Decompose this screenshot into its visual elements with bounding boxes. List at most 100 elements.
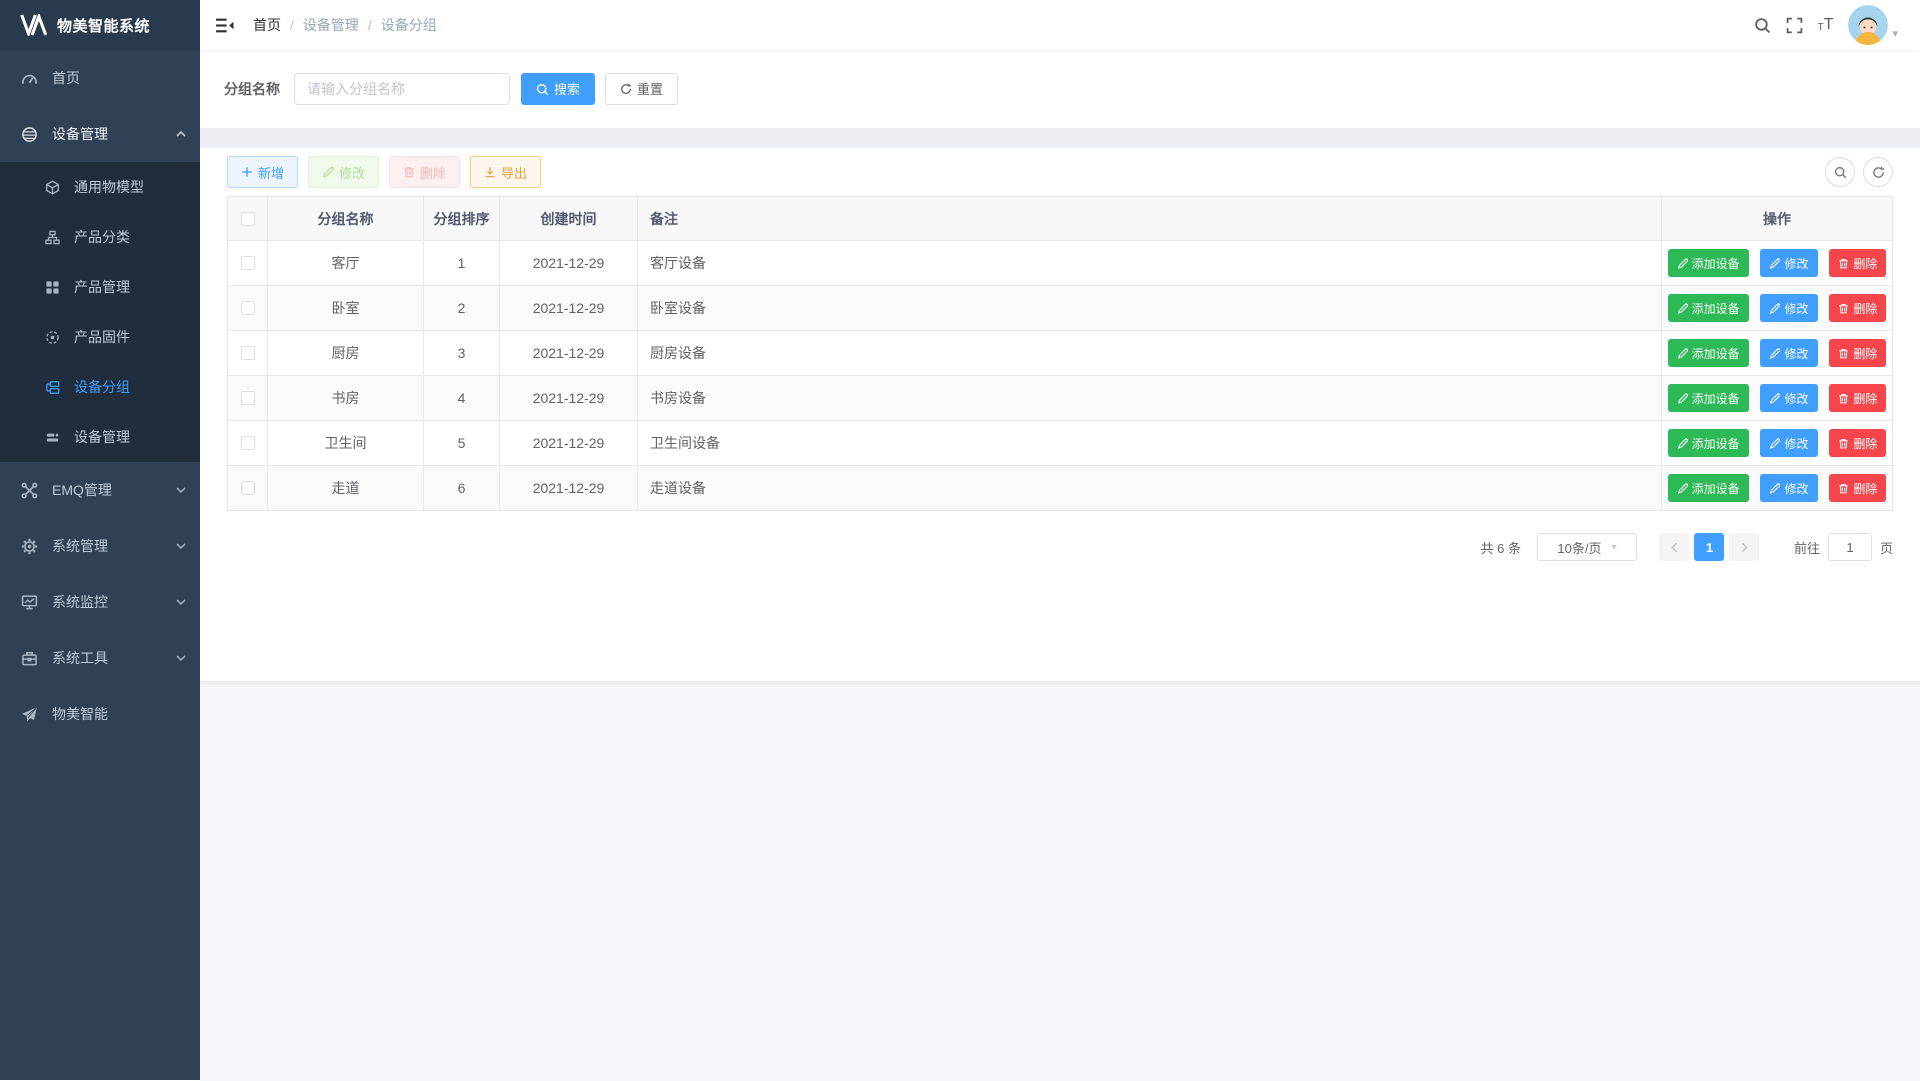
sitemap-icon <box>44 229 60 245</box>
device-list-icon <box>44 429 60 445</box>
add-device-button[interactable]: 添加设备 <box>1668 339 1749 367</box>
cell-remark: 卫生间设备 <box>638 421 1662 466</box>
row-delete-button[interactable]: 删除 <box>1829 339 1886 367</box>
sidebar-item-emq-manage[interactable]: EMQ管理 <box>0 462 200 518</box>
goto-page-input[interactable] <box>1828 533 1872 561</box>
next-page-button[interactable] <box>1729 533 1759 561</box>
sidebar-item-home[interactable]: 首页 <box>0 50 200 106</box>
row-checkbox[interactable] <box>241 391 255 405</box>
sidebar-item-label: 系统管理 <box>52 536 108 556</box>
add-device-button[interactable]: 添加设备 <box>1668 384 1749 412</box>
row-edit-button[interactable]: 修改 <box>1760 474 1817 502</box>
user-avatar[interactable] <box>1848 5 1888 45</box>
sidebar-item-label: 产品固件 <box>74 327 130 347</box>
toolbox-icon <box>20 649 38 667</box>
delete-button[interactable]: 删除 <box>389 156 460 188</box>
sidebar-item-system-monitor[interactable]: 系统监控 <box>0 574 200 630</box>
row-delete-button[interactable]: 删除 <box>1829 384 1886 412</box>
row-edit-button[interactable]: 修改 <box>1760 339 1817 367</box>
add-device-button[interactable]: 添加设备 <box>1668 294 1749 322</box>
sidebar-item-device-group[interactable]: 设备分组 <box>0 362 200 412</box>
add-device-button[interactable]: 添加设备 <box>1668 429 1749 457</box>
prev-page-button[interactable] <box>1659 533 1689 561</box>
row-checkbox[interactable] <box>241 256 255 270</box>
sidebar-item-product-manage[interactable]: 产品管理 <box>0 262 200 312</box>
chevron-down-icon: ▾ <box>1611 542 1616 553</box>
search-icon[interactable] <box>1754 17 1771 34</box>
dashboard-icon <box>20 69 38 87</box>
add-device-button[interactable]: 添加设备 <box>1668 474 1749 502</box>
app-logo[interactable]: 物美智能系统 <box>0 0 200 50</box>
row-checkbox[interactable] <box>241 301 255 315</box>
cube-icon <box>44 179 60 195</box>
row-delete-button[interactable]: 删除 <box>1829 474 1886 502</box>
select-all-checkbox[interactable] <box>241 212 255 226</box>
search-button[interactable]: 搜索 <box>521 73 595 105</box>
breadcrumb-separator: / <box>290 17 294 33</box>
group-name-input[interactable] <box>294 73 510 105</box>
row-delete-button[interactable]: 删除 <box>1829 429 1886 457</box>
row-checkbox[interactable] <box>241 436 255 450</box>
reset-button-label: 重置 <box>637 83 663 96</box>
row-edit-button[interactable]: 修改 <box>1760 429 1817 457</box>
refresh-icon[interactable] <box>1863 157 1893 187</box>
page-number-1[interactable]: 1 <box>1694 533 1724 561</box>
row-delete-button[interactable]: 删除 <box>1829 249 1886 277</box>
paper-plane-icon <box>20 705 38 723</box>
sidebar-item-common-model[interactable]: 通用物模型 <box>0 162 200 212</box>
sidebar-item-label: 首页 <box>52 68 80 88</box>
row-edit-button[interactable]: 修改 <box>1760 294 1817 322</box>
navbar-actions: TT ▾ <box>1754 5 1920 45</box>
delete-button-label: 删除 <box>420 163 446 182</box>
menu-fold-icon[interactable] <box>200 0 249 50</box>
user-menu[interactable]: ▾ <box>1848 5 1898 45</box>
section-divider <box>200 128 1920 148</box>
sidebar-item-system-manage[interactable]: 系统管理 <box>0 518 200 574</box>
chevron-down-icon <box>176 599 186 605</box>
page-size-select[interactable]: 10条/页 ▾ <box>1537 533 1637 561</box>
add-device-button[interactable]: 添加设备 <box>1668 249 1749 277</box>
sidebar-item-product-firmware[interactable]: 产品固件 <box>0 312 200 362</box>
sidebar-item-product-category[interactable]: 产品分类 <box>0 212 200 262</box>
add-button-label: 新增 <box>258 163 284 182</box>
reset-button[interactable]: 重置 <box>605 73 678 105</box>
emq-icon <box>20 481 38 499</box>
cell-remark: 厨房设备 <box>638 331 1662 376</box>
font-size-icon[interactable]: TT <box>1818 17 1834 33</box>
row-checkbox[interactable] <box>241 346 255 360</box>
table-row: 卧室 2 2021-12-29 卧室设备 添加设备 修改 删除 <box>228 286 1893 331</box>
sidebar-item-label: 设备管理 <box>52 124 108 144</box>
target-icon <box>44 329 60 345</box>
add-button[interactable]: 新增 <box>227 156 298 188</box>
sidebar-item-device-list[interactable]: 设备管理 <box>0 412 200 462</box>
page-background <box>200 681 1920 1081</box>
toggle-search-icon[interactable] <box>1825 157 1855 187</box>
export-button[interactable]: 导出 <box>470 156 541 188</box>
cell-created-time: 2021-12-29 <box>500 286 638 331</box>
cell-group-name: 卧室 <box>268 286 424 331</box>
fullscreen-icon[interactable] <box>1786 17 1803 34</box>
table-row: 书房 4 2021-12-29 书房设备 添加设备 修改 删除 <box>228 376 1893 421</box>
row-delete-button[interactable]: 删除 <box>1829 294 1886 322</box>
breadcrumb-home[interactable]: 首页 <box>253 15 281 35</box>
row-edit-button[interactable]: 修改 <box>1760 384 1817 412</box>
breadcrumb-separator: / <box>368 17 372 33</box>
row-checkbox[interactable] <box>241 481 255 495</box>
cell-group-order: 2 <box>424 286 500 331</box>
top-navbar: 首页 / 设备管理 / 设备分组 TT ▾ <box>200 0 1920 50</box>
cell-group-order: 5 <box>424 421 500 466</box>
device-group-panel: 新增 修改 删除 导出 <box>200 148 1920 681</box>
sidebar-item-system-tools[interactable]: 系统工具 <box>0 630 200 686</box>
breadcrumb-device-group: 设备分组 <box>381 15 437 35</box>
sidebar-item-wumei-smart[interactable]: 物美智能 <box>0 686 200 742</box>
sidebar-item-device-manage[interactable]: 设备管理 <box>0 106 200 162</box>
device-group-table: 分组名称 分组排序 创建时间 备注 操作 客厅 1 2021-12-29 客厅设… <box>227 196 1893 511</box>
header-remark: 备注 <box>638 197 1662 241</box>
caret-down-icon[interactable]: ▾ <box>1892 27 1898 40</box>
device-manage-icon <box>20 125 38 143</box>
group-name-label: 分组名称 <box>224 79 280 99</box>
edit-button-label: 修改 <box>339 163 365 182</box>
edit-button[interactable]: 修改 <box>308 156 379 188</box>
row-edit-button[interactable]: 修改 <box>1760 249 1817 277</box>
sidebar-item-label: 设备分组 <box>74 377 130 397</box>
